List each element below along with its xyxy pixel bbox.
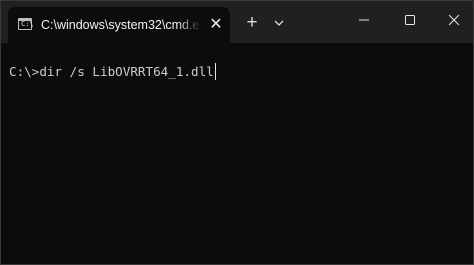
chevron-down-icon — [274, 20, 284, 26]
maximize-button[interactable] — [387, 1, 432, 39]
command-line[interactable]: C:\>dir /s LibOVRRT64_1.dll — [9, 62, 216, 82]
cmd-icon: C:\ — [18, 18, 34, 30]
close-window-button[interactable] — [431, 1, 474, 39]
tab-cmd[interactable]: C:\ C:\windows\system32\cmd.exe ✕ — [8, 7, 230, 43]
terminal-window: C:\ C:\windows\system32\cmd.exe ✕ + C:\>… — [0, 0, 474, 265]
minimize-icon — [359, 19, 369, 21]
minimize-button[interactable] — [341, 1, 386, 39]
cmd-icon-glyph: C:\ — [21, 20, 34, 28]
tab-close-button[interactable]: ✕ — [208, 17, 224, 33]
maximize-icon — [405, 15, 415, 25]
command-text: dir /s LibOVRRT64_1.dll — [39, 64, 214, 79]
new-tab-button[interactable]: + — [242, 13, 262, 33]
close-icon: ✕ — [209, 16, 223, 33]
tab-title: C:\windows\system32\cmd.exe — [41, 18, 201, 32]
prompt: C:\> — [9, 64, 40, 79]
console-area[interactable]: C:\>dir /s LibOVRRT64_1.dll — [1, 43, 473, 264]
title-bar[interactable]: C:\ C:\windows\system32\cmd.exe ✕ + — [1, 1, 473, 43]
close-icon — [448, 14, 460, 26]
plus-icon: + — [246, 12, 258, 33]
text-cursor — [214, 63, 216, 80]
tab-dropdown-button[interactable] — [269, 13, 289, 33]
